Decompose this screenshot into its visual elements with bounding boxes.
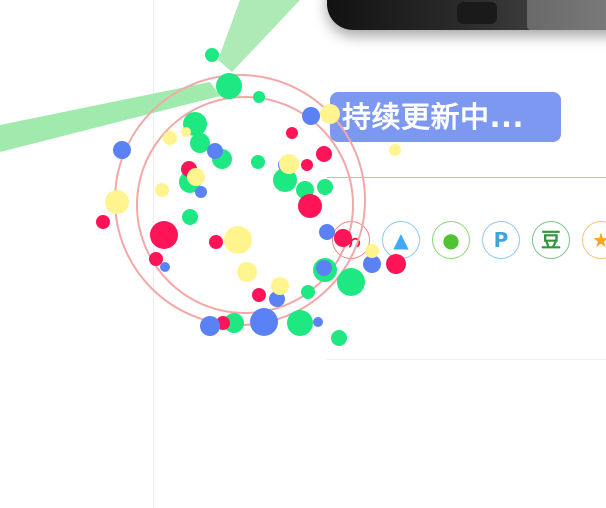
burst-dot (250, 308, 278, 336)
burst-dot (331, 330, 347, 346)
burst-dot (200, 316, 220, 336)
burst-dot (160, 262, 170, 272)
burst-dot (271, 277, 289, 295)
burst-dot (389, 144, 401, 156)
burst-dot (253, 91, 265, 103)
burst-dot (190, 133, 210, 153)
burst-dot (287, 310, 313, 336)
burst-dot (187, 168, 205, 186)
burst-dot (181, 127, 191, 137)
burst-dot (316, 260, 332, 276)
burst-dot (182, 209, 198, 225)
burst-dot (155, 183, 169, 197)
burst-dot (105, 190, 129, 214)
burst-dot (319, 224, 335, 240)
burst-dot (317, 179, 333, 195)
burst-dot (216, 73, 242, 99)
burst-dot (365, 244, 379, 258)
burst-dot (209, 235, 223, 249)
burst-dot (252, 288, 266, 302)
burst-dot (96, 215, 110, 229)
burst-dot (195, 186, 207, 198)
burst-dot (334, 229, 352, 247)
burst-dot (207, 143, 223, 159)
burst-dot (313, 317, 323, 327)
burst-dot (279, 154, 299, 174)
burst-dot (316, 146, 332, 162)
burst-dot (386, 254, 406, 274)
burst-dot (286, 127, 298, 139)
burst-dot (301, 159, 313, 171)
burst-dot (301, 285, 315, 299)
burst-dot (337, 268, 365, 296)
particle-burst (96, 48, 406, 346)
burst-dot (149, 252, 163, 266)
burst-dot (224, 226, 252, 254)
burst-dot (298, 194, 322, 218)
burst-dot (113, 141, 131, 159)
burst-dot (205, 48, 219, 62)
burst-dot (237, 262, 257, 282)
burst-dot (251, 155, 265, 169)
burst-dots (96, 48, 406, 346)
burst-dot (320, 104, 340, 124)
burst-dot (163, 131, 177, 145)
burst-dot (302, 107, 320, 125)
burst-dot (150, 221, 178, 249)
